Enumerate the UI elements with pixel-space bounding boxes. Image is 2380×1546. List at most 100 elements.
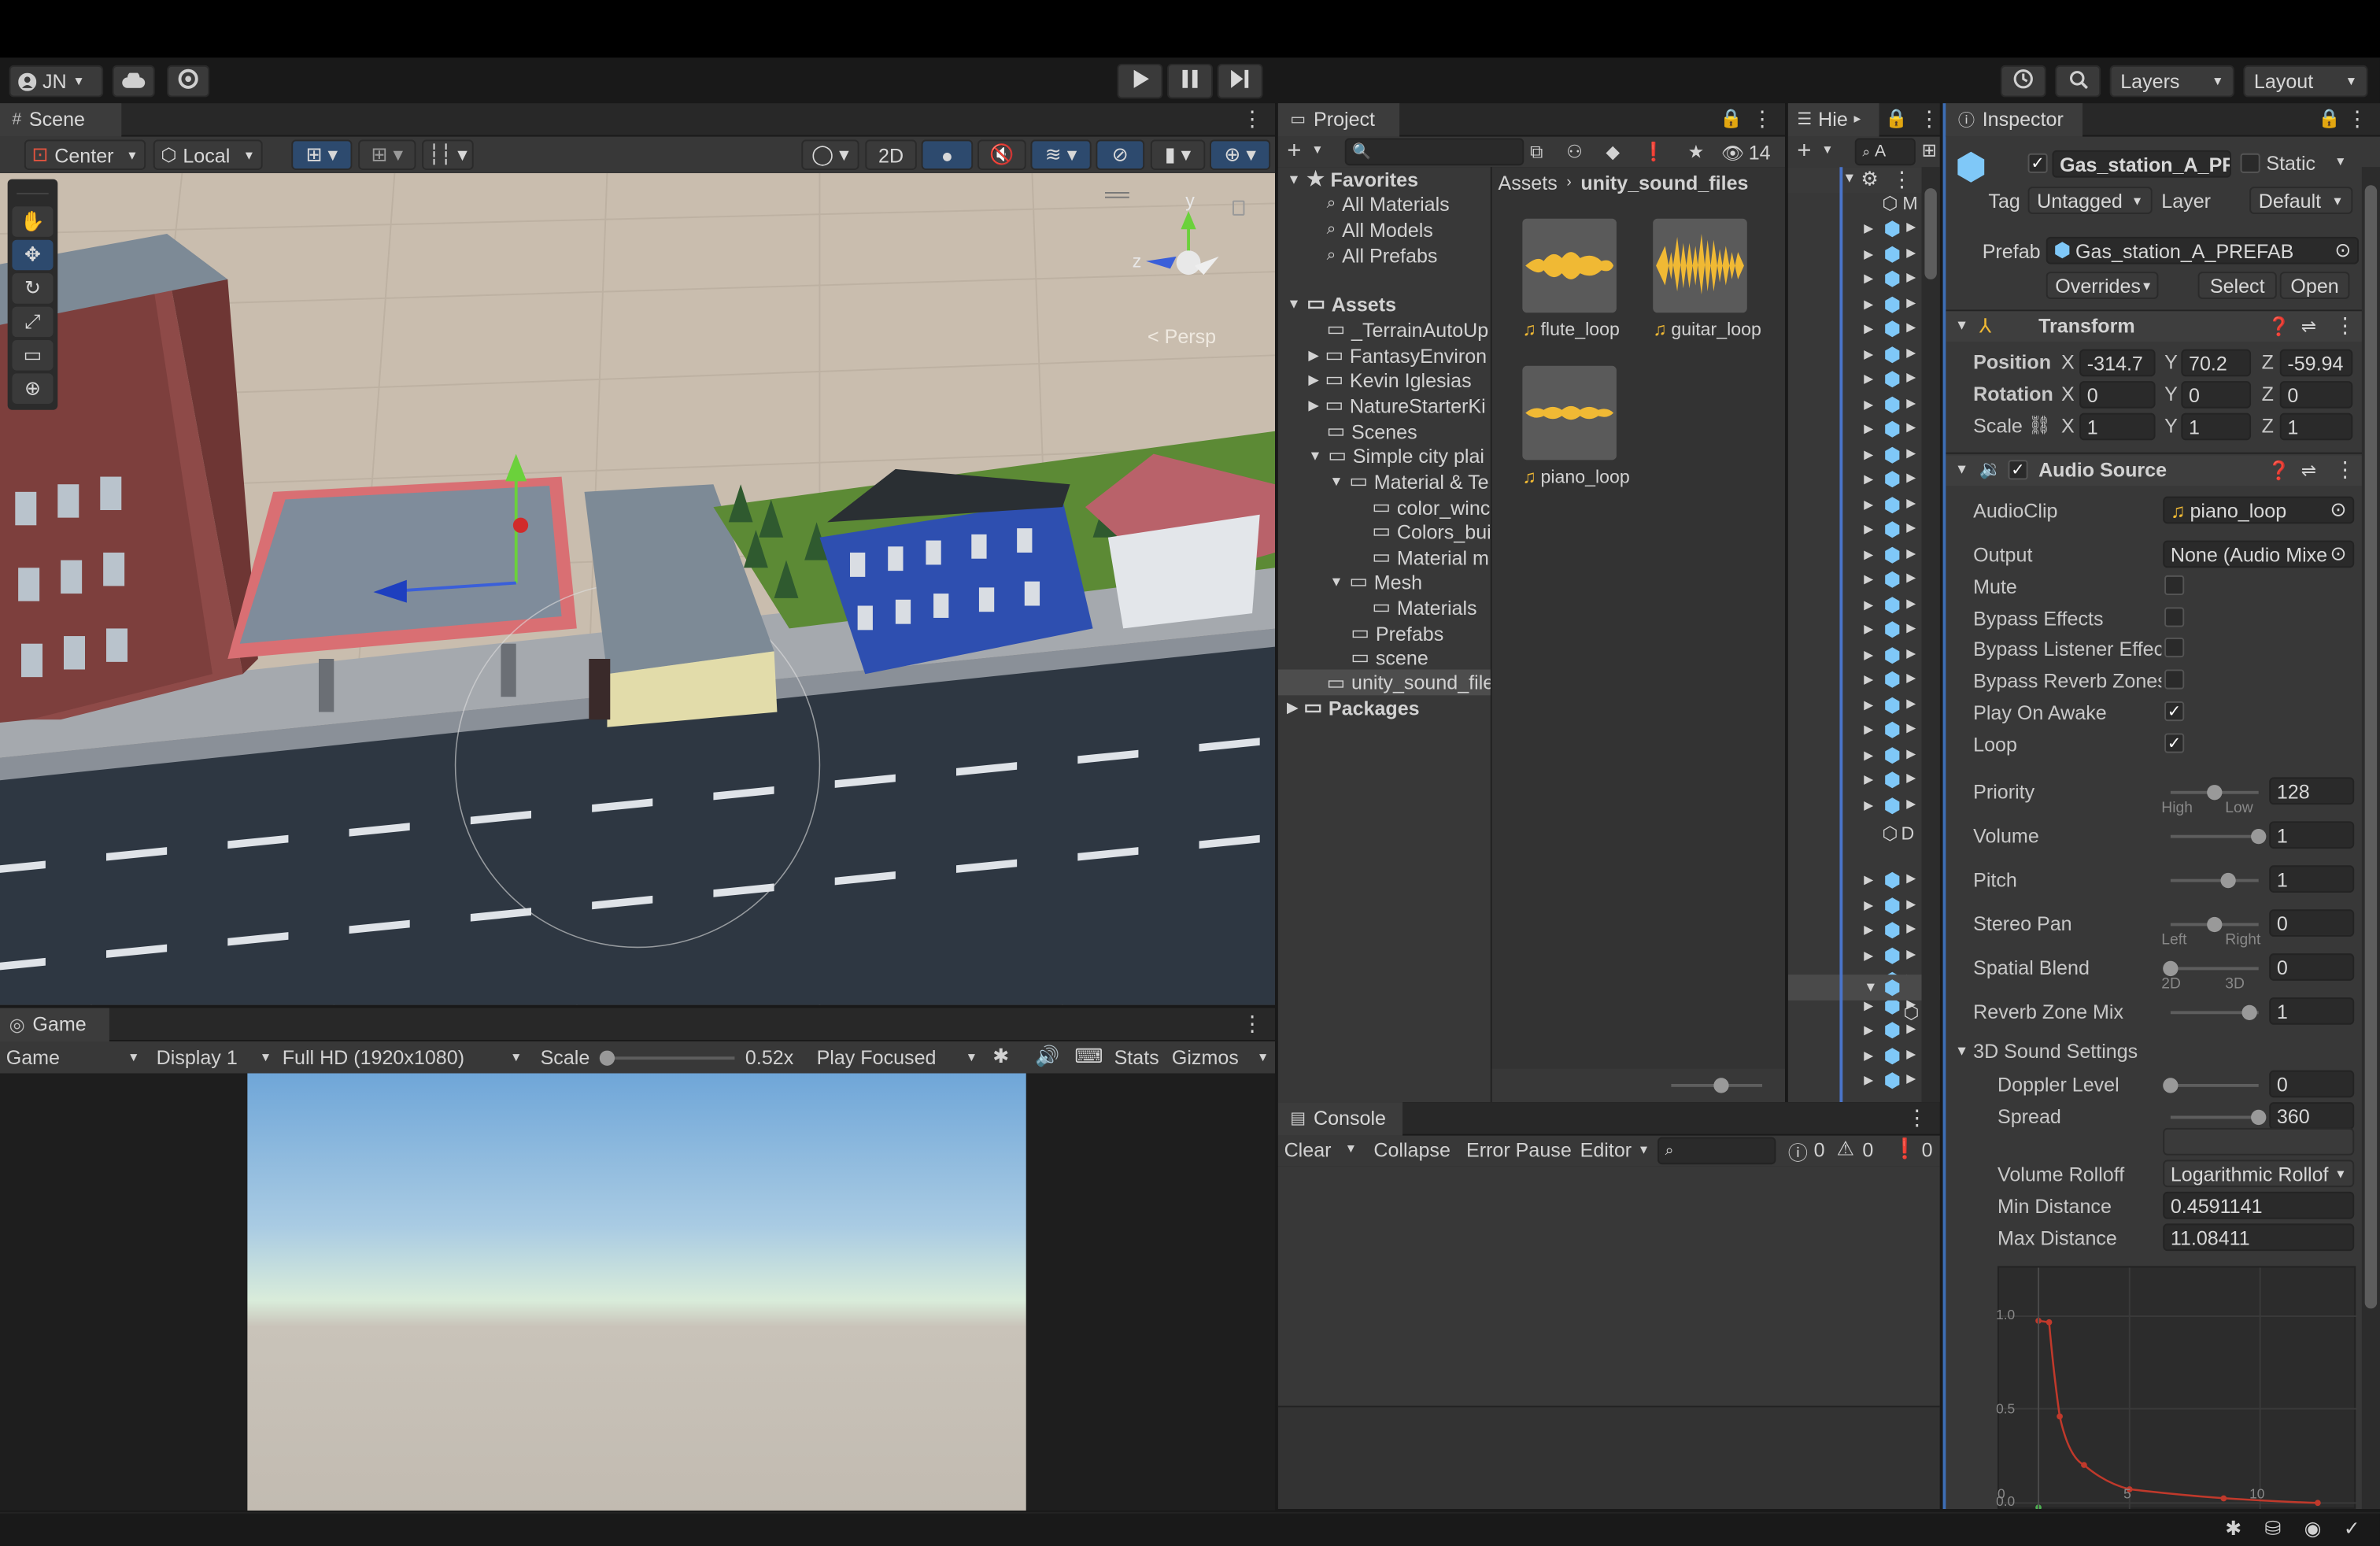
chevron-down-icon[interactable]: ▼ [2334,155,2346,168]
hierarchy-item[interactable]: ▶ ⬢ ▶ [1788,542,1940,567]
editor-dropdown[interactable]: Editor ▼ [1580,1138,1650,1161]
2d-toggle[interactable]: 2D [865,139,917,170]
audio-thumbnail[interactable] [1522,365,1617,460]
hierarchy-item[interactable]: ▶ ⬢ ▶ [1788,217,1940,242]
bypass-reverb-checkbox[interactable] [2164,669,2185,690]
priority-slider-knob[interactable] [2207,785,2223,801]
rect-tool-icon[interactable]: ▭ [12,339,54,371]
position-x-field[interactable]: -314.7 [2079,349,2156,377]
hierarchy-item[interactable]: ⬡ M [1882,193,1917,214]
position-y-field[interactable]: 70.2 [2181,349,2252,377]
hierarchy-item[interactable]: ▶ ⬢ ▶ [1788,868,1940,893]
kebab-menu-icon[interactable]: ⋮ [2347,106,2368,132]
rotation-y-field[interactable]: 0 [2181,381,2252,409]
play-mode-dropdown[interactable]: Play Focused ▼ [817,1043,978,1072]
spread-field[interactable]: 360 [2269,1102,2355,1130]
display-dropdown[interactable]: Display 1 ▼ [157,1043,272,1072]
position-z-field[interactable]: -59.94 [2279,349,2353,377]
folder-item[interactable]: ▭ _TerrainAutoUp [1327,317,1489,342]
object-name-field[interactable]: Gas_station_A_PRE [2052,150,2231,178]
scale-y-field[interactable]: 1 [2181,412,2252,441]
min-distance-field[interactable]: 0.4591141 [2163,1191,2355,1219]
doppler-slider[interactable] [2170,1083,2259,1087]
hierarchy-item[interactable]: ▶ ⬢ ▶ [1788,743,1940,767]
hierarchy-item[interactable]: ▶ ⬢ ▶ [1788,893,1940,918]
scrollbar-thumb[interactable] [1924,188,1937,279]
folder-item[interactable]: ▭ scene [1351,645,1428,670]
tab-project[interactable]: ▭ Project [1277,102,1400,136]
hierarchy-item[interactable]: ▶ ⬢ ▶ [1788,368,1940,392]
folder-item[interactable]: ▶ ▭ FantasyEnviron [1308,343,1487,368]
folder-item[interactable]: ▼ ▭ Simple city plai [1308,443,1484,468]
pitch-slider[interactable] [2170,878,2259,882]
rotation-x-field[interactable]: 0 [2079,381,2156,409]
thumbnail-size-knob[interactable] [1713,1078,1729,1093]
link-icon[interactable]: ⛓ [2028,414,2051,435]
hierarchy-item[interactable]: ▶ ⬢ ▶ [1788,718,1940,742]
status-check-icon[interactable]: ✓ [2344,1517,2360,1541]
assets-node[interactable]: ▼ ▭ Assets [1287,291,1396,316]
hierarchy-item[interactable]: ▶ ⬢ ▶ [1788,618,1940,642]
play-button[interactable] [1117,63,1163,99]
target-icon[interactable]: ⊙ [2334,239,2351,263]
visibility-icon[interactable]: 👁 [1721,142,1744,164]
chevron-down-icon[interactable]: ▼ [1345,1141,1357,1155]
rolloff-graph[interactable]: 1.0 0.5 0.0 [1996,1226,2358,1509]
folder-item[interactable]: ▭ Materials [1372,595,1476,620]
debug-icon[interactable]: ✱ [2225,1517,2241,1541]
packages-node[interactable]: ▶ ▭ Packages [1287,695,1419,719]
rotation-z-field[interactable]: 0 [2279,381,2353,409]
select-button[interactable]: Select [2197,272,2277,299]
speaker-icon[interactable]: 🔊 [1035,1045,1059,1069]
hierarchy-item[interactable]: ▶ ⬢ ▶ [1788,267,1940,291]
priority-field[interactable]: 128 [2269,777,2355,805]
spatial-blend-slider[interactable] [2170,967,2259,971]
volume-rolloff-dropdown[interactable]: Logarithmic Rollof ▼ [2163,1160,2355,1188]
tab-scene[interactable]: # Scene [0,102,122,136]
spread-slider-knob[interactable] [2251,1109,2267,1126]
hierarchy-item[interactable]: ▶ ⬢ ▶ [1788,342,1940,367]
hierarchy-item[interactable]: ▶ ⬢ ▶ [1788,442,1940,467]
folder-item[interactable]: ▭ Prefabs [1351,621,1443,645]
tab-game[interactable]: ◎ Game [0,1007,109,1041]
pause-button[interactable] [1167,63,1213,99]
hand-tool-icon[interactable]: ✋ [12,206,54,237]
active-checkbox[interactable]: ✓ [2027,153,2048,173]
kebab-menu-icon[interactable]: ⋮ [1752,106,1773,132]
asset-item[interactable]: ♫ flute_loop [1522,319,1620,340]
hierarchy-item[interactable]: ▶ ⬢ ▶ [1788,1069,1940,1093]
hierarchy-item[interactable]: ▶ ⬢ ▶ [1788,393,1940,417]
pitch-slider-knob[interactable] [2221,872,2237,889]
filter-icon[interactable]: ⧉ [1530,141,1543,164]
gizmos-dropdown[interactable]: ⊕ ▾ [1210,139,1271,170]
console-detail-area[interactable] [1277,1405,1940,1509]
increment-snap-toggle[interactable]: ┆┆ ▾ [422,139,474,170]
spatial-blend-slider-knob[interactable] [2163,960,2179,977]
inspector-scrollbar[interactable] [2361,167,2380,1509]
loop-checkbox[interactable]: ✓ [2164,733,2185,753]
mute-checkbox[interactable] [2164,575,2185,595]
hierarchy-scrollbar[interactable] [1921,167,1940,1103]
pivot-center-dropdown[interactable]: ⊡ Center ▼ [24,139,146,170]
lock-icon[interactable]: 🔒 [2318,108,2341,129]
scale-z-field[interactable]: 1 [2279,412,2353,441]
grid-snap-toggle[interactable]: ⊞ ▾ [291,139,353,170]
audio-thumbnail[interactable] [1522,218,1617,313]
audio-toggle[interactable]: 🔇 [977,139,1026,170]
camera-dropdown[interactable]: ▮ ▾ [1150,139,1206,170]
open-button[interactable]: Open [2279,272,2350,299]
draw-mode-dropdown[interactable]: ◯ ▾ [801,139,859,170]
error-pause-button[interactable]: Error Pause [1466,1138,1572,1161]
target-icon[interactable]: ⊙ [2330,498,2347,523]
target-icon[interactable]: ⊙ [2330,542,2347,566]
layer-dropdown[interactable]: Default ▼ [2249,187,2353,214]
keyboard-icon[interactable]: ⌨ [1074,1045,1103,1069]
hierarchy-item-selected[interactable]: ▼ ⬢ [1787,975,1940,1000]
info-icon[interactable]: ⓘ [1788,1137,1808,1166]
lock-icon[interactable]: 🔒 [1720,108,1743,129]
scene-viewport[interactable]: y z < Persp ✋ ✥ ↻ ⤢ ▭ ⊕ [0,172,1275,1005]
lock-icon[interactable]: 🔒 [1885,108,1908,129]
breadcrumb-item[interactable]: Assets [1498,172,1557,194]
folder-item[interactable]: ▼ ▭ Mesh [1329,569,1422,594]
add-icon[interactable]: + [1287,138,1301,165]
